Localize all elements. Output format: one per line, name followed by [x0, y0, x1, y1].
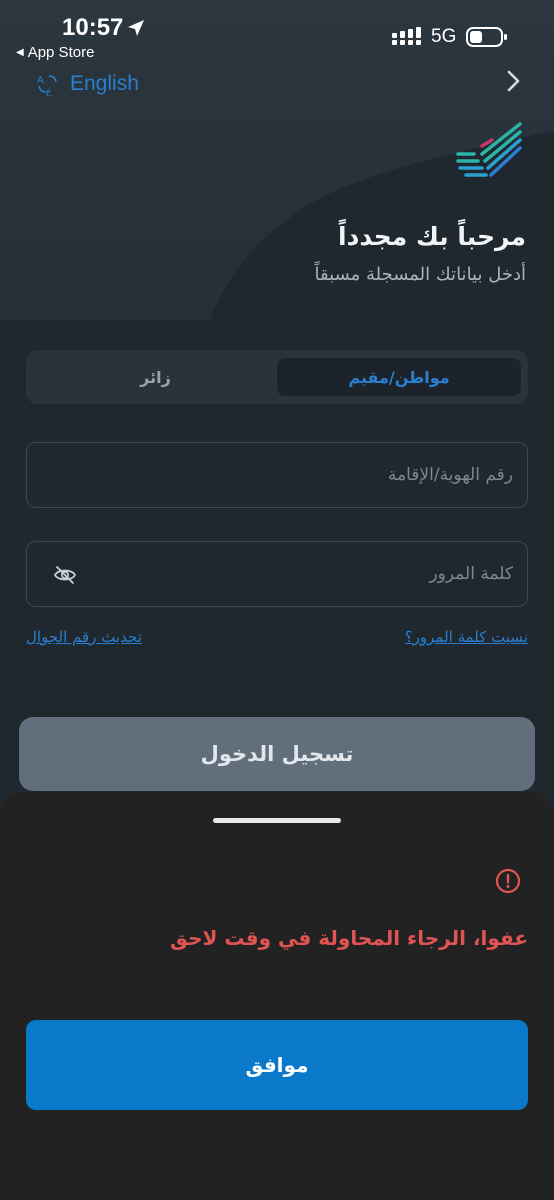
svg-text:A: A	[37, 75, 44, 86]
tab-citizen-resident[interactable]: مواطن/مقيم	[277, 358, 521, 396]
id-field	[26, 442, 528, 508]
eye-off-icon[interactable]	[53, 563, 77, 587]
back-to-app-link[interactable]: ◀ App Store	[16, 44, 94, 61]
status-time: 10:57	[62, 14, 124, 41]
forgot-password-link[interactable]: نسيت كلمة المرور؟	[405, 628, 528, 646]
sheet-drag-handle[interactable]	[213, 818, 341, 823]
status-bar: 10:57 ◀ App Store 5G	[0, 0, 554, 70]
password-input[interactable]	[97, 542, 513, 606]
back-app-label: App Store	[27, 44, 95, 61]
language-switch-button[interactable]: A ع English	[36, 68, 139, 100]
svg-text:ع: ع	[46, 86, 52, 96]
user-type-selector: مواطن/مقيم زائر	[26, 350, 528, 404]
ok-button[interactable]: موافق	[26, 1020, 528, 1110]
password-field	[26, 541, 528, 607]
login-screen: 10:57 ◀ App Store 5G A ع English مرحباً …	[0, 0, 554, 1200]
error-message: عفوا، الرجاء المحاولة في وقت لاحق	[170, 926, 528, 950]
alert-circle-icon	[495, 868, 521, 894]
tab-visitor[interactable]: زائر	[34, 358, 277, 396]
welcome-title: مرحباً بك مجدداً	[337, 222, 526, 251]
id-input[interactable]	[41, 443, 513, 507]
translate-icon: A ع	[37, 75, 57, 96]
error-bottom-sheet: عفوا، الرجاء المحاولة في وقت لاحق موافق	[0, 792, 554, 1200]
app-logo	[456, 122, 522, 177]
signal-bars-icon	[392, 27, 421, 45]
update-mobile-link[interactable]: تحديث رقم الجوال	[26, 628, 142, 646]
location-arrow-icon	[128, 20, 144, 36]
chevron-right-icon[interactable]	[500, 68, 526, 94]
login-button[interactable]: تسجيل الدخول	[19, 717, 535, 791]
language-label: English	[70, 72, 139, 95]
welcome-subtitle: أدخل بياناتك المسجلة مسبقاً	[314, 264, 526, 285]
back-triangle-icon: ◀	[16, 47, 24, 58]
battery-icon	[466, 27, 507, 47]
network-type: 5G	[431, 26, 457, 47]
